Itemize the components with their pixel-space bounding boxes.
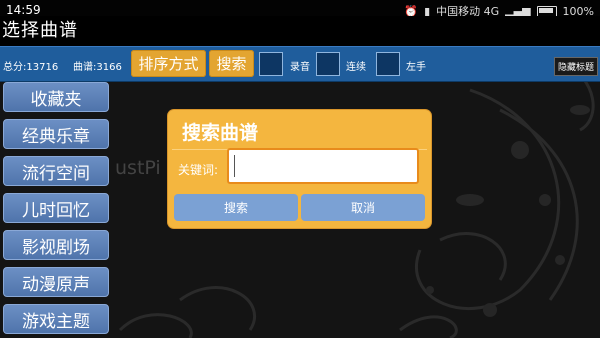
category-pop[interactable]: 流行空间 bbox=[3, 156, 109, 186]
category-film[interactable]: 影视剧场 bbox=[3, 230, 109, 260]
battery-icon bbox=[536, 5, 557, 17]
dialog-search-button[interactable]: 搜索 bbox=[174, 194, 298, 221]
dialog-title: 搜索曲谱 bbox=[182, 122, 259, 144]
continuous-label: 连续 bbox=[346, 62, 366, 73]
category-game[interactable]: 游戏主题 bbox=[3, 304, 109, 334]
hide-title-button[interactable]: 隐藏标题 bbox=[553, 57, 598, 76]
search-button[interactable]: 搜索 bbox=[209, 50, 254, 77]
background-logo-text: ustPi bbox=[115, 157, 161, 179]
page-title: 选择曲谱 bbox=[2, 20, 78, 41]
record-checkbox[interactable] bbox=[259, 52, 283, 76]
dialog-cancel-button[interactable]: 取消 bbox=[301, 194, 425, 221]
keyword-label: 关键词: bbox=[178, 163, 219, 177]
title-bar: 选择曲谱 bbox=[0, 16, 600, 46]
text-cursor bbox=[234, 155, 235, 177]
category-favorites[interactable]: 收藏夹 bbox=[3, 82, 109, 112]
search-dialog: 搜索曲谱 关键词: 搜索 取消 bbox=[168, 110, 431, 228]
score-count-label: 曲谱:3166 bbox=[73, 62, 122, 73]
keyword-input[interactable] bbox=[227, 148, 419, 184]
toolbar: 总分:13716 曲谱:3166 排序方式 搜索 录音 连续 左手 隐藏标题 bbox=[0, 46, 600, 82]
category-childhood[interactable]: 儿时回忆 bbox=[3, 193, 109, 223]
continuous-checkbox[interactable] bbox=[316, 52, 340, 76]
status-time: 14:59 bbox=[6, 3, 41, 17]
left-hand-label: 左手 bbox=[406, 62, 426, 73]
category-sidebar: 收藏夹 经典乐章 流行空间 儿时回忆 影视剧场 动漫原声 游戏主题 bbox=[0, 82, 112, 338]
total-score-label: 总分:13716 bbox=[3, 62, 59, 73]
sort-button[interactable]: 排序方式 bbox=[131, 50, 206, 77]
category-classic[interactable]: 经典乐章 bbox=[3, 119, 109, 149]
category-anime[interactable]: 动漫原声 bbox=[3, 267, 109, 297]
left-hand-checkbox[interactable] bbox=[376, 52, 400, 76]
record-label: 录音 bbox=[290, 62, 310, 73]
app-screen: 14:59 ⏰ ▮ 中国移动 4G ▂▄▆ 100% 选择曲谱 总分:13716… bbox=[0, 0, 600, 338]
